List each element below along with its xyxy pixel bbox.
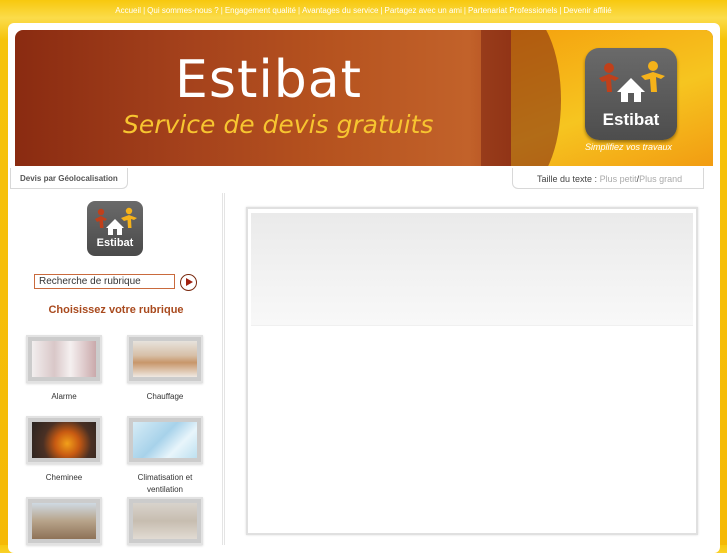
estibat-logo[interactable]: Estibat	[585, 48, 677, 140]
text-smaller-link[interactable]: Plus petit	[600, 174, 637, 184]
choose-rubric-heading: Choisissez votre rubrique	[48, 304, 184, 316]
category-label: Alarme	[51, 392, 77, 401]
nav-partagez-ami[interactable]: Partagez avec un ami	[384, 6, 461, 15]
sidebar: Estibat Recherche de rubrique Choisissez…	[10, 193, 223, 545]
category-alarme[interactable]: Alarme	[26, 335, 102, 403]
category-thumbnail	[127, 416, 203, 464]
house-people-icon	[95, 207, 137, 235]
search-input[interactable]: Recherche de rubrique	[34, 274, 175, 289]
content-panel-header	[251, 213, 693, 325]
nav-avantages-service[interactable]: Avantages du service	[302, 6, 378, 15]
category-thumbnail	[26, 335, 102, 383]
tab-geolocalisation-label: Devis par Géolocalisation	[20, 174, 118, 183]
tab-geolocalisation[interactable]: Devis par Géolocalisation	[10, 168, 128, 189]
text-size-control: Taille du texte : Plus petit/Plus grand	[512, 168, 704, 189]
content-panel-body	[251, 325, 693, 530]
category-chauffage[interactable]: Chauffage	[127, 335, 203, 403]
nav-devenir-affilie[interactable]: Devenir affilié	[563, 6, 611, 15]
nav-engagement-qualite[interactable]: Engagement qualité	[225, 6, 296, 15]
category-label: Chauffage	[146, 392, 184, 401]
sidebar-logo[interactable]: Estibat	[87, 201, 143, 256]
header-banner: Estibat Service de devis gratuits Estiba…	[15, 30, 713, 166]
banner-title: Estibat	[175, 50, 363, 110]
banner-subtitle: Service de devis gratuits	[123, 110, 434, 139]
nav-qui-sommes-nous[interactable]: Qui sommes-nous ?	[147, 6, 219, 15]
top-navigation: Accueil | Qui sommes-nous ? | Engagement qua…	[115, 6, 612, 15]
search-button[interactable]	[180, 274, 197, 291]
nav-accueil[interactable]: Accueil	[115, 6, 141, 15]
house-people-icon	[599, 61, 665, 102]
text-size-label: Taille du texte :	[537, 174, 598, 184]
banner-logo-area: Estibat Simplifiez vos travaux	[481, 30, 713, 166]
logo-text: Estibat	[602, 110, 660, 129]
category-thumbnail	[127, 335, 203, 383]
sidebar-logo-text: Estibat	[96, 237, 134, 249]
nav-partenariat[interactable]: Partenariat Professionels	[468, 6, 557, 15]
tagline: Simplifiez vos travaux	[585, 142, 673, 152]
tab-bar: Devis par Géolocalisation Taille du text…	[10, 168, 716, 190]
category-thumbnail	[26, 497, 102, 545]
column-divider	[224, 193, 225, 545]
category-thumbnail	[127, 497, 203, 545]
category-label: Cheminee	[45, 473, 83, 482]
category-cheminee[interactable]: Cheminee	[26, 416, 102, 484]
category-label: Climatisation et ventilation	[137, 473, 193, 494]
main-content	[224, 193, 716, 545]
category-climatisation[interactable]: Climatisation et ventilation	[127, 416, 203, 496]
text-larger-link[interactable]: Plus grand	[639, 174, 682, 184]
content-panel	[246, 207, 698, 535]
category-thumbnail	[26, 416, 102, 464]
